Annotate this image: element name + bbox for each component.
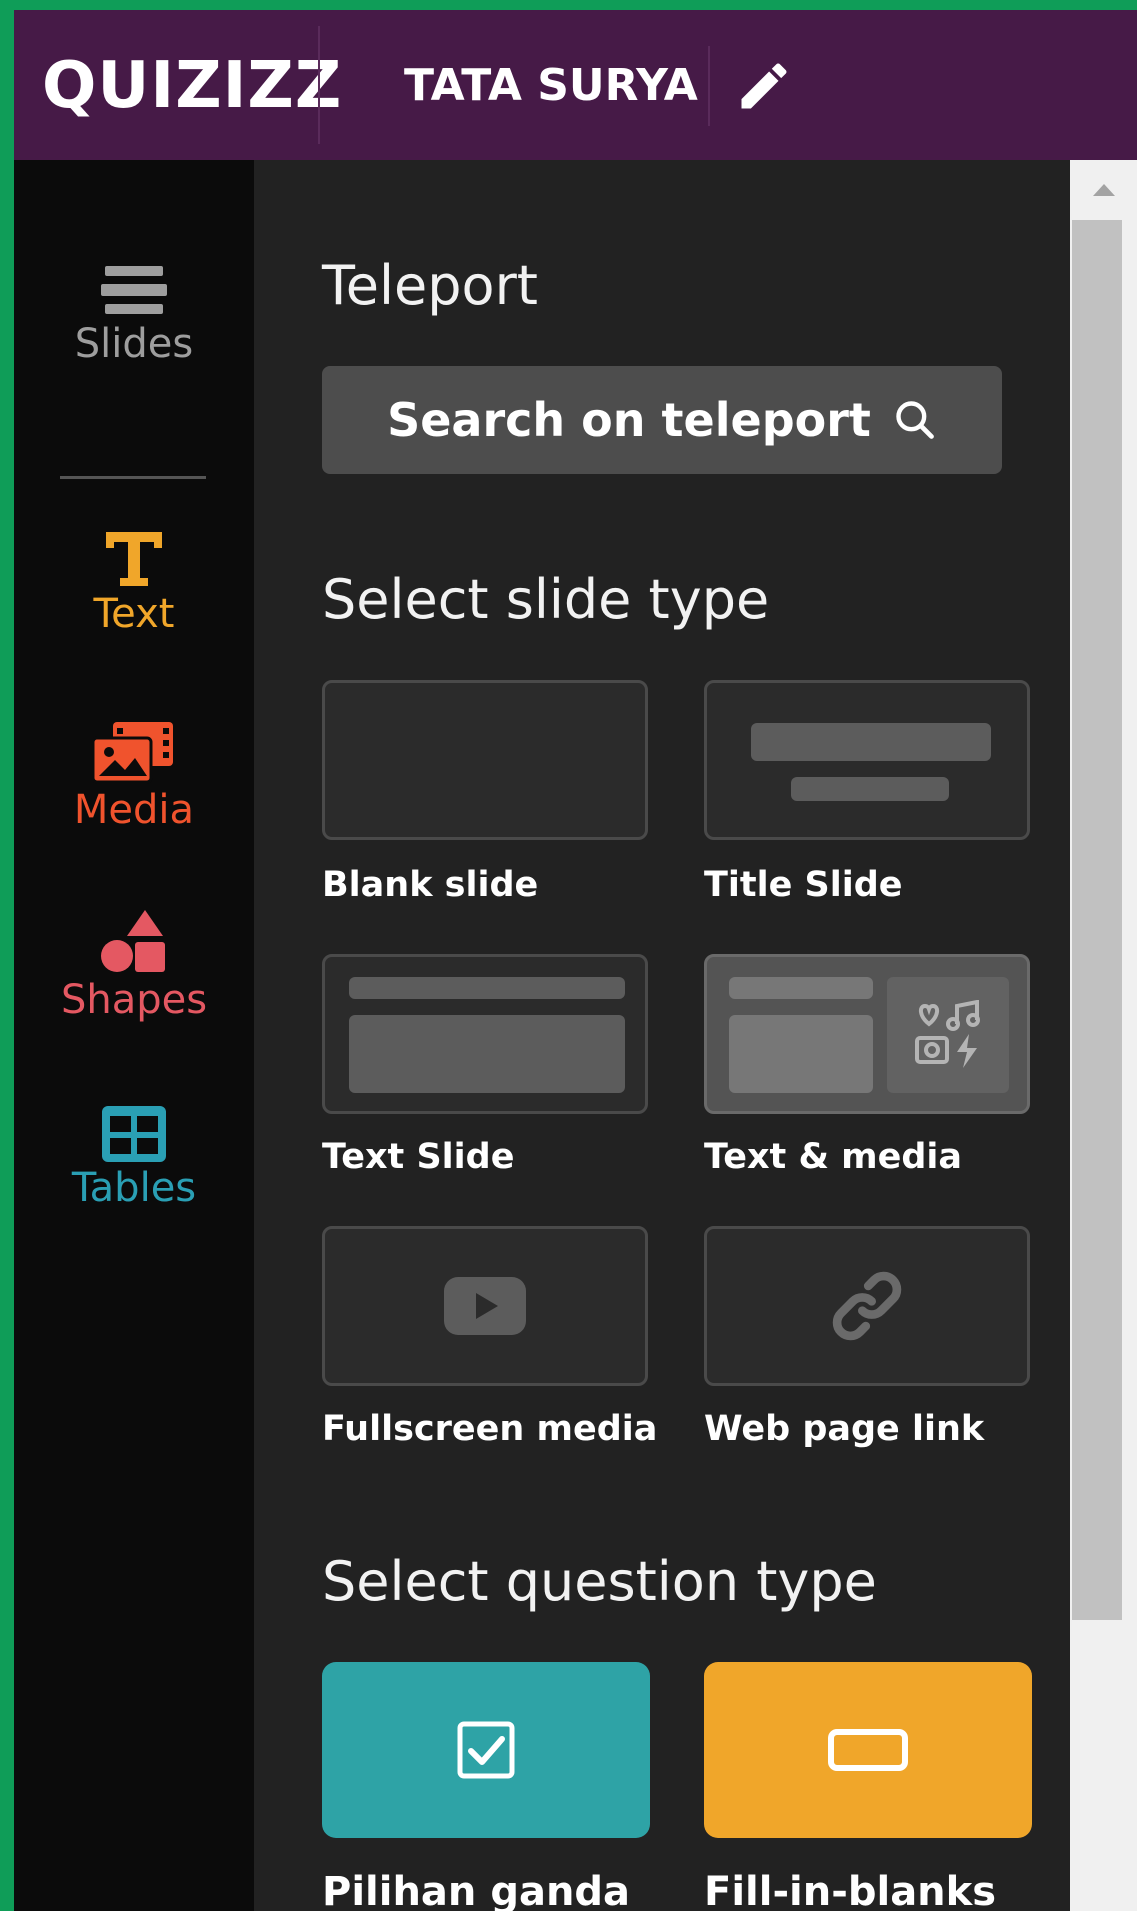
teleport-heading: Teleport bbox=[322, 254, 538, 317]
rail-item-text[interactable]: Text bbox=[14, 530, 254, 638]
top-header: QUIZIZZ TATA SURYA bbox=[14, 10, 1137, 160]
header-divider bbox=[708, 46, 710, 126]
media-gallery-icon bbox=[93, 722, 173, 784]
fill-in-blanks-card[interactable] bbox=[704, 1662, 1032, 1838]
shapes-icon bbox=[101, 910, 165, 972]
arrow-up-icon bbox=[1092, 184, 1115, 196]
web-page-link-label: Web page link bbox=[704, 1409, 985, 1449]
media-block-preview bbox=[887, 977, 1009, 1093]
text-media-card[interactable] bbox=[704, 954, 1030, 1114]
app-frame: QUIZIZZ TATA SURYA Slides Text Media Sha… bbox=[14, 10, 1137, 1911]
multiple-choice-label: Pilihan ganda bbox=[322, 1869, 631, 1911]
multiple-choice-card[interactable] bbox=[322, 1662, 650, 1838]
heading-bar-preview bbox=[729, 977, 873, 999]
slide-type-heading: Select slide type bbox=[322, 568, 770, 631]
table-grid-icon bbox=[102, 1106, 166, 1162]
rail-item-shapes[interactable]: Shapes bbox=[14, 910, 254, 1024]
rail-item-media[interactable]: Media bbox=[14, 720, 254, 834]
slide-type-panel: Teleport Search on teleport Select slide… bbox=[254, 160, 1084, 1911]
title-slide-card[interactable] bbox=[704, 680, 1030, 840]
title-slide-label: Title Slide bbox=[704, 865, 903, 905]
text-t-icon bbox=[106, 532, 162, 586]
search-button-label: Search on teleport bbox=[387, 393, 871, 447]
search-teleport-button[interactable]: Search on teleport bbox=[322, 366, 1002, 474]
text-slide-card[interactable] bbox=[322, 954, 648, 1114]
left-toolbar: Slides Text Media Shapes Tables bbox=[14, 160, 254, 1911]
fullscreen-media-label: Fullscreen media bbox=[322, 1409, 658, 1449]
scroll-thumb[interactable] bbox=[1072, 220, 1122, 1620]
fill-in-blanks-label: Fill-in-blanks bbox=[704, 1869, 997, 1911]
rail-divider bbox=[60, 476, 206, 479]
rail-label: Tables bbox=[71, 1165, 197, 1211]
link-chain-icon bbox=[832, 1271, 902, 1341]
quizizz-logo[interactable]: QUIZIZZ bbox=[42, 46, 342, 126]
title-bar-preview bbox=[751, 723, 991, 761]
checkbox-icon bbox=[457, 1721, 515, 1779]
text-slide-label: Text Slide bbox=[322, 1137, 515, 1177]
blank-slide-card[interactable] bbox=[322, 680, 648, 840]
text-media-label: Text & media bbox=[704, 1137, 963, 1177]
rail-item-slides[interactable]: Slides bbox=[14, 262, 254, 368]
media-types-icon bbox=[915, 1000, 980, 1068]
header-divider bbox=[318, 26, 320, 144]
search-icon bbox=[896, 401, 934, 439]
body-block-preview bbox=[349, 1015, 625, 1093]
rail-label: Slides bbox=[74, 321, 194, 367]
rail-item-tables[interactable]: Tables bbox=[14, 1106, 254, 1212]
vertical-scrollbar[interactable] bbox=[1070, 160, 1137, 1911]
quiz-title[interactable]: TATA SURYA bbox=[404, 60, 698, 112]
blank-slide-label: Blank slide bbox=[322, 865, 539, 905]
rail-label: Media bbox=[73, 787, 195, 833]
pencil-icon[interactable] bbox=[734, 56, 794, 116]
heading-bar-preview bbox=[349, 977, 625, 999]
rail-label: Shapes bbox=[60, 977, 208, 1023]
body-block-preview bbox=[729, 1015, 873, 1093]
question-type-heading: Select question type bbox=[322, 1550, 877, 1613]
rail-label: Text bbox=[93, 591, 175, 637]
menu-lines-icon bbox=[101, 266, 167, 314]
blank-box-icon bbox=[828, 1729, 908, 1771]
subtitle-bar-preview bbox=[791, 777, 949, 801]
scroll-up-arrow[interactable] bbox=[1070, 160, 1137, 220]
video-play-icon bbox=[444, 1277, 526, 1335]
fullscreen-media-card[interactable] bbox=[322, 1226, 648, 1386]
web-page-link-card[interactable] bbox=[704, 1226, 1030, 1386]
